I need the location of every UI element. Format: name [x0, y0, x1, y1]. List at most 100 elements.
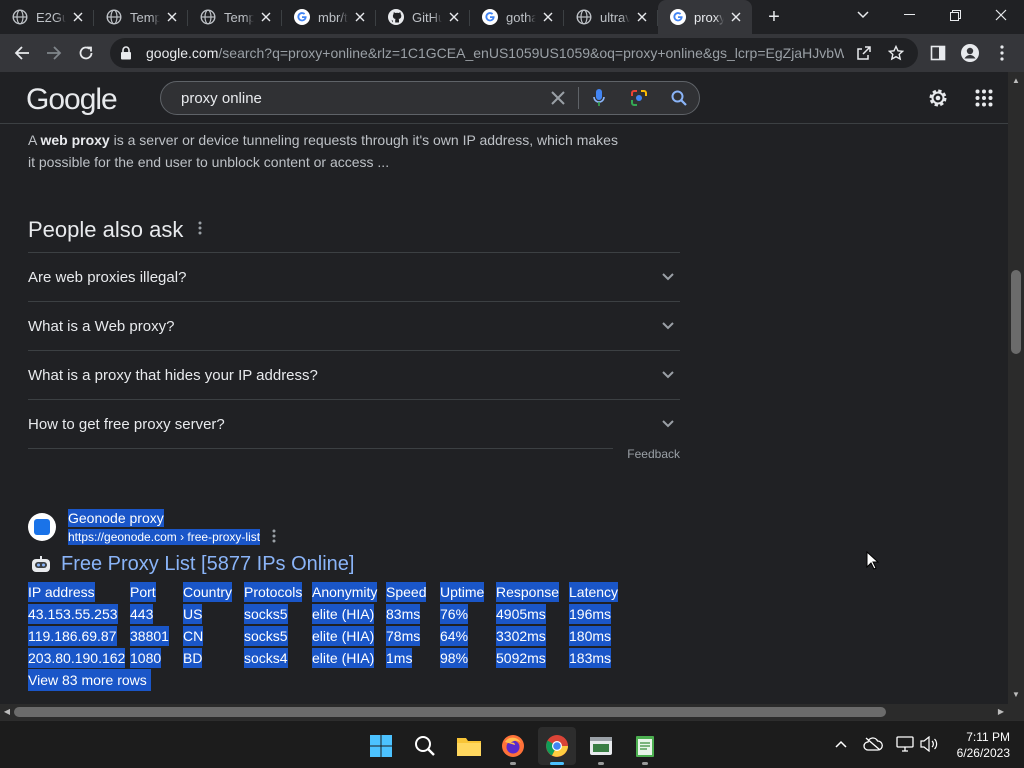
result-title-link[interactable]: Free Proxy List [5877 IPs Online] [30, 553, 354, 576]
table-header-cell: Anonymity [312, 581, 386, 603]
search-icon[interactable] [659, 82, 699, 114]
snippet-bold: web proxy [40, 132, 110, 148]
tab-6[interactable]: gotham [470, 0, 564, 34]
vertical-scroll-thumb[interactable] [1011, 270, 1021, 354]
close-tab-icon[interactable] [70, 9, 86, 25]
tab-7[interactable]: ultraviolet [564, 0, 658, 34]
vertical-scrollbar[interactable]: ▲ ▼ [1008, 72, 1024, 704]
horizontal-scroll-thumb[interactable] [14, 707, 886, 717]
chevron-down-icon[interactable] [656, 363, 680, 387]
tab-5[interactable]: GitHub [376, 0, 470, 34]
file-explorer-icon[interactable] [450, 727, 488, 765]
table-cell: 83ms [386, 603, 440, 625]
site-favicon-icon[interactable] [28, 513, 56, 541]
more-options-icon[interactable] [194, 221, 206, 243]
close-tab-icon[interactable] [164, 9, 180, 25]
paa-question-text[interactable]: How to get free proxy server? [28, 416, 225, 433]
tab-title: gotham [506, 9, 536, 25]
close-tab-icon[interactable] [352, 9, 368, 25]
tab-search-chevron-icon[interactable] [840, 0, 886, 30]
paa-question[interactable]: What is a proxy that hides your IP addre… [28, 350, 680, 399]
chevron-down-icon[interactable] [656, 265, 680, 289]
show-hidden-icons-chevron-icon[interactable] [830, 733, 852, 755]
cell-value: 119.186.69.87 [28, 626, 117, 646]
settings-gear-icon[interactable] [926, 86, 950, 110]
tab-8[interactable]: proxy online [658, 0, 752, 34]
result-site-name[interactable]: Geonode proxy [68, 509, 164, 527]
microphone-icon[interactable] [579, 82, 619, 114]
taskbar-search-icon[interactable] [406, 727, 444, 765]
share-icon[interactable] [852, 41, 876, 65]
close-tab-icon[interactable] [258, 9, 274, 25]
volume-icon[interactable] [918, 733, 940, 755]
cell-value: 76% [440, 604, 469, 624]
reload-icon[interactable] [70, 37, 102, 69]
paa-question-text[interactable]: Are web proxies illegal? [28, 269, 186, 286]
paa-question[interactable]: Are web proxies illegal? [28, 252, 680, 301]
scroll-left-arrow-icon[interactable]: ◀ [0, 704, 14, 720]
clock-time: 7:11 PM [966, 730, 1010, 744]
google-logo[interactable]: Google [26, 83, 118, 117]
scroll-right-arrow-icon[interactable]: ▶ [994, 704, 1008, 720]
paa-question-text[interactable]: What is a proxy that hides your IP addre… [28, 367, 318, 384]
close-tab-icon[interactable] [540, 9, 556, 25]
globe-icon [576, 9, 592, 25]
browser-toolbar: google.com/search?q=proxy+online&rlz=1C1… [0, 34, 1024, 72]
result-options-icon[interactable] [272, 529, 276, 546]
url-text[interactable]: google.com/search?q=proxy+online&rlz=1C1… [146, 45, 844, 61]
chevron-down-icon[interactable] [656, 412, 680, 436]
network-icon[interactable] [894, 733, 916, 755]
lock-icon[interactable] [120, 46, 134, 60]
table-row: 119.186.69.87 38801 CN socks5 elite (HIA) 78m… [28, 625, 629, 647]
mouse-cursor-icon [866, 551, 880, 570]
tab-2[interactable]: Temporary [94, 0, 188, 34]
minimize-button[interactable] [886, 0, 932, 30]
restore-button[interactable] [932, 0, 978, 30]
search-box[interactable]: proxy online [160, 81, 700, 115]
close-tab-icon[interactable] [728, 9, 744, 25]
feedback-link[interactable]: Feedback [613, 447, 680, 461]
tab-1[interactable]: E2Guardian [0, 0, 94, 34]
table-cell: 98% [440, 647, 496, 669]
profile-avatar-icon[interactable] [958, 41, 982, 65]
paa-question-text[interactable]: What is a Web proxy? [28, 318, 174, 335]
onedrive-cloud-icon[interactable] [862, 733, 884, 755]
horizontal-scrollbar[interactable]: ◀ ▶ [0, 704, 1008, 720]
tab-4[interactable]: mbr/tinyproxy [282, 0, 376, 34]
close-tab-icon[interactable] [634, 9, 650, 25]
firefox-icon[interactable] [494, 727, 532, 765]
result-url[interactable]: https://geonode.com › free-proxy-list [68, 529, 261, 545]
tab-3[interactable]: Temporary [188, 0, 282, 34]
windows-taskbar: 7:11 PM 6/26/2023 [0, 720, 1024, 768]
chevron-down-icon[interactable] [656, 314, 680, 338]
chrome-menu-icon[interactable] [990, 41, 1014, 65]
paa-question[interactable]: How to get free proxy server? [28, 399, 680, 448]
windows-start-icon[interactable] [362, 727, 400, 765]
close-window-button[interactable] [978, 0, 1024, 30]
google-lens-icon[interactable] [619, 82, 659, 114]
scrollbar-corner [1008, 704, 1024, 720]
clear-icon[interactable] [538, 82, 578, 114]
scroll-up-arrow-icon[interactable]: ▲ [1008, 74, 1024, 88]
scroll-down-arrow-icon[interactable]: ▼ [1008, 688, 1024, 702]
google-apps-icon[interactable] [972, 86, 996, 110]
close-tab-icon[interactable] [446, 9, 462, 25]
table-header-cell: Country [183, 581, 244, 603]
search-input[interactable]: proxy online [181, 90, 538, 107]
back-arrow-icon[interactable] [6, 37, 38, 69]
table-cell: 3302ms [496, 625, 569, 647]
new-tab-button[interactable]: + [760, 3, 788, 31]
address-bar[interactable]: google.com/search?q=proxy+online&rlz=1C1… [110, 38, 918, 68]
view-more-rows-link[interactable]: View 83 more rows [28, 669, 151, 691]
bookmark-star-icon[interactable] [884, 41, 908, 65]
system-clock[interactable]: 7:11 PM 6/26/2023 [957, 729, 1010, 761]
table-cell: 64% [440, 625, 496, 647]
terminal-app-icon[interactable] [582, 727, 620, 765]
table-header-cell: Port [130, 581, 183, 603]
forward-arrow-icon[interactable] [38, 37, 70, 69]
side-panel-icon[interactable] [926, 41, 950, 65]
paa-question[interactable]: What is a Web proxy? [28, 301, 680, 350]
chrome-icon[interactable] [538, 727, 576, 765]
notepad-icon[interactable] [626, 727, 664, 765]
result-title[interactable]: Free Proxy List [5877 IPs Online] [61, 553, 354, 576]
